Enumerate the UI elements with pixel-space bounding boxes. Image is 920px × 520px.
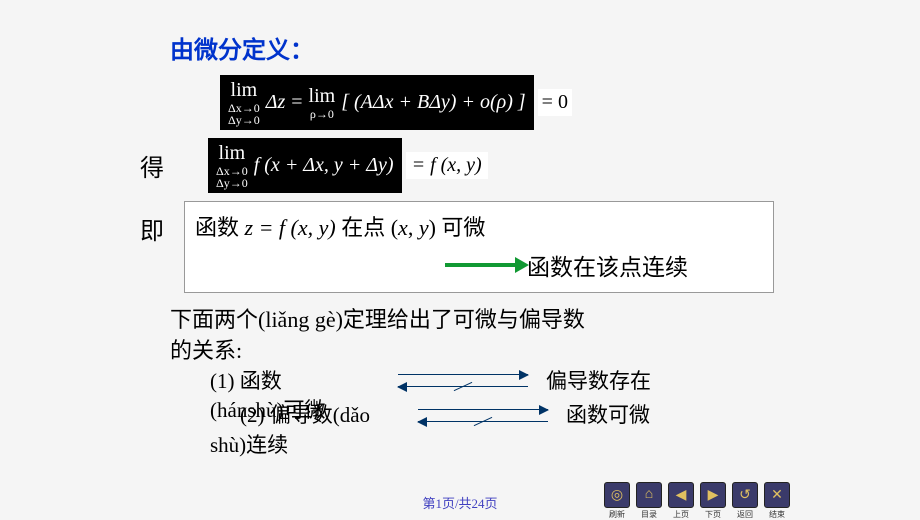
definition-heading: 由微分定义： <box>170 30 920 65</box>
double-arrow-icon <box>418 407 548 425</box>
implies-arrow-icon <box>445 263 517 267</box>
theorem-conclusion: 函数在该点连续 <box>527 248 688 282</box>
ji-label: 即 <box>140 201 164 246</box>
eq2-rhs: = f (x, y) <box>406 152 488 179</box>
theorem-box-row: 即 函数 z = f (x, y) 在点 (x, y) 可微 函数在该点连续 <box>140 201 920 293</box>
relation-2b: shù)连续 <box>210 431 920 460</box>
eq1-result: = 0 <box>538 89 572 116</box>
relation-2: (2) 偏导数(dǎo 函数可微 <box>210 401 920 430</box>
double-arrow-icon <box>398 372 528 390</box>
equation-2-row: 得 lim Δx→0 Δy→0 f (x + Δx, y + Δy) = f (… <box>140 138 920 193</box>
theorem-premise: 函数 z = f (x, y) 在点 (x, y) 可微 <box>195 210 763 242</box>
eq2-lhs-box: lim Δx→0 Δy→0 f (x + Δx, y + Δy) <box>208 138 402 193</box>
page-indicator: 第1页/共24页 <box>0 493 920 512</box>
got-label: 得 <box>140 148 164 183</box>
relation-1: (1) 函数 偏导数存在 <box>210 367 920 396</box>
theorem-box: 函数 z = f (x, y) 在点 (x, y) 可微 函数在该点连续 <box>184 201 774 293</box>
equation-1: lim Δx→0 Δy→0 Δz = lim ρ→0 [ (AΔx + BΔy)… <box>220 75 920 130</box>
eq1-lhs-box: lim Δx→0 Δy→0 Δz = lim ρ→0 [ (AΔx + BΔy)… <box>220 75 534 130</box>
paragraph: 下面两个(liǎng gè)定理给出了可微与偏导数 的关系: <box>170 305 770 367</box>
